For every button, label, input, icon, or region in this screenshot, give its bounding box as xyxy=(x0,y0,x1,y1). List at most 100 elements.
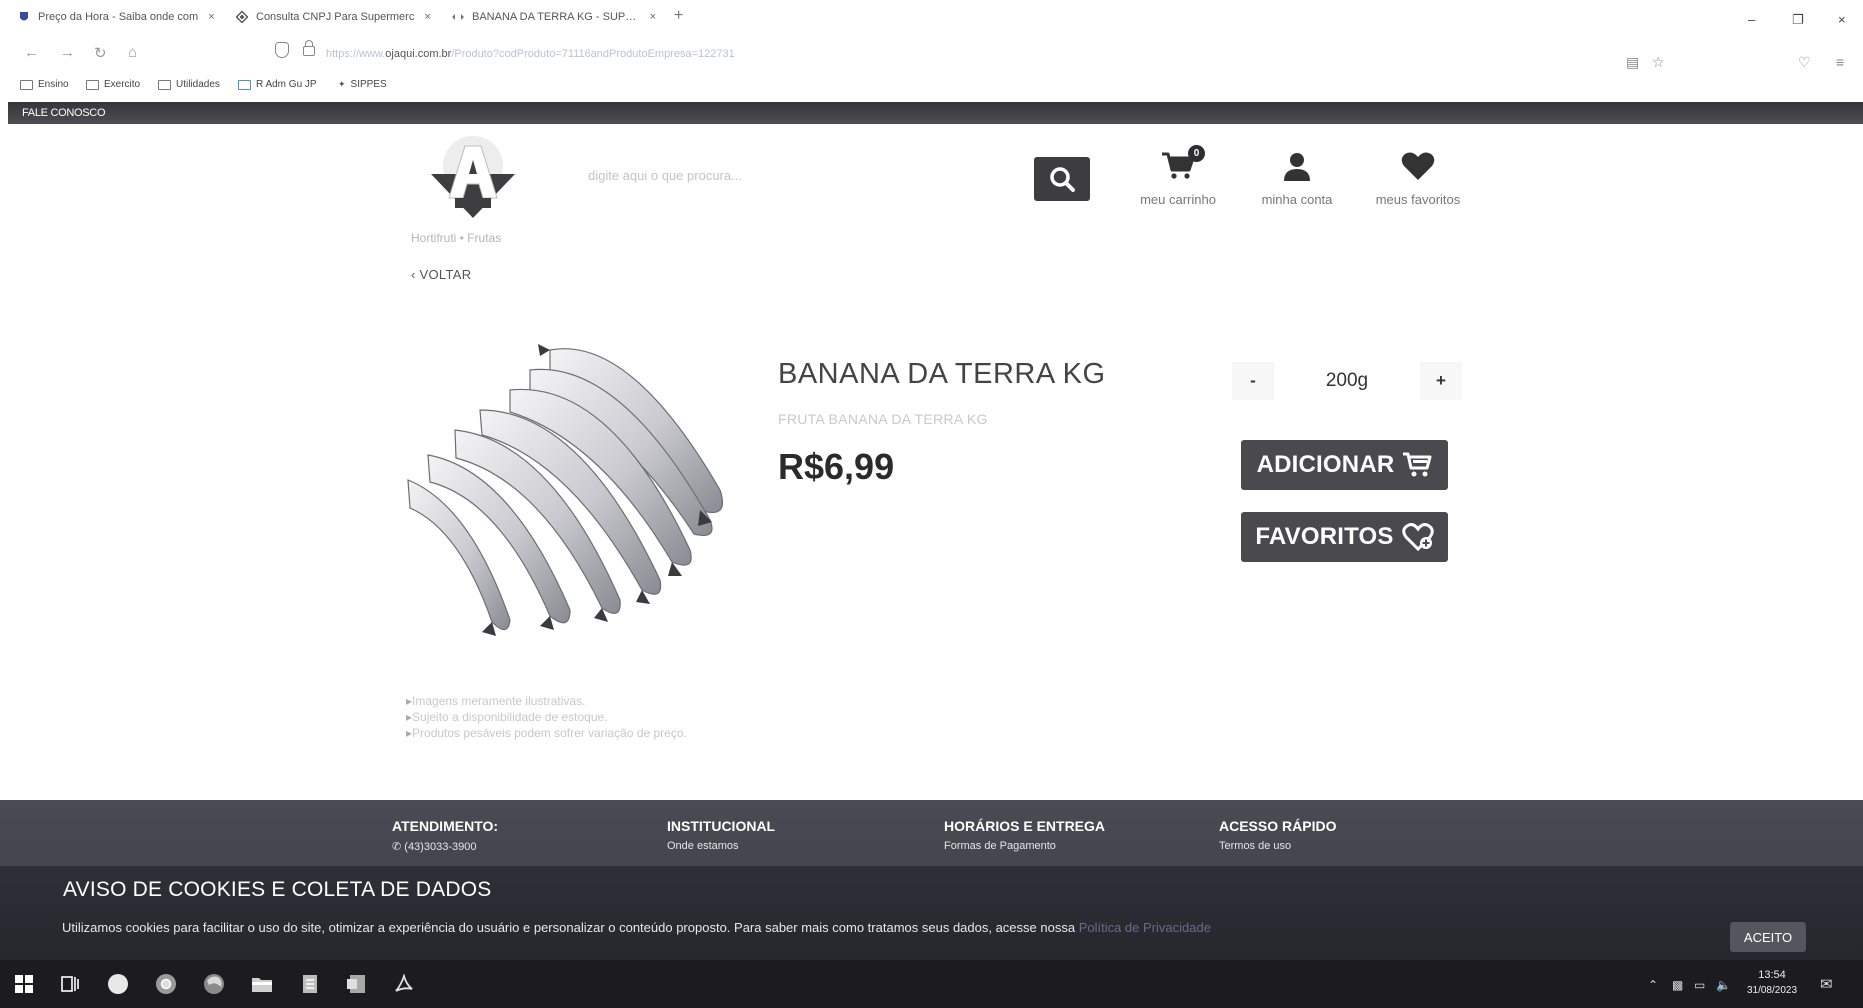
tab-title: BANANA DA TERRA KG - SUPER xyxy=(472,11,640,23)
browser-menu-icon[interactable]: ≡ xyxy=(1836,54,1844,70)
bookmark-utilidades[interactable]: Utilidades xyxy=(158,79,220,90)
quantity-decrease-button[interactable]: - xyxy=(1232,362,1274,400)
back-arrow-icon[interactable]: ← xyxy=(24,44,39,61)
window-restore-button[interactable]: ❐ xyxy=(1792,12,1804,28)
system-clock[interactable]: 13:54 31/08/2023 xyxy=(1742,968,1802,998)
phone-icon: ✆ xyxy=(392,841,405,853)
bookmark-r-adm[interactable]: R Adm Gu JP xyxy=(238,79,317,90)
footer-column-acesso-rapido: ACESSO RÁPIDO Termos de uso xyxy=(1219,818,1336,852)
new-tab-button[interactable]: + xyxy=(674,7,683,25)
store-logo[interactable] xyxy=(427,132,519,220)
taskbar-app-file-explorer[interactable] xyxy=(248,972,276,996)
window-close-button[interactable]: × xyxy=(1838,12,1846,27)
reload-icon[interactable]: ↻ xyxy=(94,44,107,62)
start-button[interactable] xyxy=(10,972,38,996)
header-account-link[interactable]: minha conta xyxy=(1242,148,1352,207)
user-icon xyxy=(1284,153,1310,181)
product-notes: Imagens meramente ilustrativas. Sujeito … xyxy=(406,693,687,741)
header-cart-link[interactable]: 0 meu carrinho xyxy=(1123,145,1233,207)
cookie-text: Utilizamos cookies para facilitar o uso … xyxy=(62,920,1211,935)
search-icon xyxy=(1050,167,1075,192)
document-icon xyxy=(303,975,317,993)
account-label: minha conta xyxy=(1261,192,1333,207)
firefox-icon xyxy=(204,974,224,994)
product-subtitle: FRUTA BANANA DA TERRA KG xyxy=(778,411,988,427)
footer-heading: ATENDIMENTO: xyxy=(392,818,499,834)
taskbar-app-word[interactable] xyxy=(342,972,370,996)
browser-nav-bar: ← → ↻ ⌂ https://www.ojaqui.com.br/Produt… xyxy=(0,34,1863,72)
taskbar-app-circle[interactable] xyxy=(104,972,132,996)
quantity-increase-button[interactable]: + xyxy=(1420,362,1462,400)
footer-link[interactable]: Termos de uso xyxy=(1219,840,1336,852)
taskbar-app-acrobat[interactable] xyxy=(390,972,418,996)
tab-close-icon[interactable]: × xyxy=(650,11,656,23)
home-icon[interactable]: ⌂ xyxy=(128,44,137,61)
header-favorites-link[interactable]: meus favoritos xyxy=(1363,148,1473,207)
tab-close-icon[interactable]: × xyxy=(424,11,430,23)
tab-close-icon[interactable]: × xyxy=(208,11,214,23)
heart-plus-icon xyxy=(1401,523,1434,551)
tab-title: Consulta CNPJ Para Supermerc xyxy=(256,11,415,23)
taskbar-app-firefox[interactable] xyxy=(200,972,228,996)
footer-column-horarios: HORÁRIOS E ENTREGA Formas de Pagamento xyxy=(944,818,1105,852)
product-title: BANANA DA TERRA KG xyxy=(778,358,1106,390)
bookmark-sippes[interactable]: ✦ SIPPES xyxy=(338,79,387,90)
tray-device-icon[interactable]: ▩ xyxy=(1672,978,1683,992)
footer-link[interactable]: Onde estamos xyxy=(667,840,775,852)
acrobat-icon xyxy=(395,974,413,992)
tracking-shield-icon[interactable] xyxy=(275,42,289,58)
address-bar-url[interactable]: https://www.ojaqui.com.br/Produto?codPro… xyxy=(326,48,735,60)
folder-icon xyxy=(252,978,272,992)
search-button[interactable] xyxy=(1034,157,1090,201)
accept-cookies-button[interactable]: ACEITO xyxy=(1730,922,1806,952)
cart-label: meu carrinho xyxy=(1140,192,1216,207)
back-link[interactable]: ‹ VOLTAR xyxy=(411,267,471,282)
note-item: Produtos pesáveis podem sofrer variação … xyxy=(406,725,687,741)
footer-heading: ACESSO RÁPIDO xyxy=(1219,818,1337,834)
breadcrumb[interactable]: Hortifruti • Frutas xyxy=(411,231,501,245)
add-to-favorites-button[interactable]: FAVORITOS xyxy=(1241,512,1448,562)
favorites-icon-wrap xyxy=(1401,148,1435,184)
contact-link[interactable]: FALE CONOSCO xyxy=(22,107,106,119)
browser-tab-banana-active[interactable]: BANANA DA TERRA KG - SUPER × xyxy=(452,6,656,28)
footer-link[interactable]: Formas de Pagamento xyxy=(944,840,1105,852)
footer-phone-link[interactable]: ✆ (43)3033-3900 xyxy=(392,840,498,853)
browser-tab-strip: Preço da Hora - Saiba onde com × Consult… xyxy=(0,0,1863,34)
bookmark-icon: ✦ xyxy=(338,79,346,89)
window-minimize-button[interactable]: – xyxy=(1748,12,1755,27)
task-view-icon xyxy=(61,976,79,992)
windows-logo-icon xyxy=(15,975,33,993)
tray-chevron-icon[interactable]: ⌃ xyxy=(1648,978,1658,992)
cart-icon-wrap: 0 xyxy=(1161,145,1205,184)
clock-time: 13:54 xyxy=(1758,969,1786,981)
bookmarks-bar: Ensino Exercito Utilidades R Adm Gu JP ✦… xyxy=(0,76,1863,96)
word-icon xyxy=(347,975,365,993)
padlock-icon[interactable] xyxy=(303,40,315,56)
bookmark-star-icon[interactable]: ☆ xyxy=(1652,54,1665,71)
bookmark-ensino[interactable]: Ensino xyxy=(20,79,69,90)
network-icon[interactable]: ▭ xyxy=(1694,978,1705,992)
footer-heading: HORÁRIOS E ENTREGA xyxy=(944,818,1106,834)
notifications-icon[interactable]: ✉ xyxy=(1820,975,1833,993)
add-to-cart-button[interactable]: ADICIONAR xyxy=(1241,440,1448,490)
browser-tab-consulta-cnpj[interactable]: Consulta CNPJ Para Supermerc × xyxy=(236,6,436,28)
bookmark-label: Ensino xyxy=(38,79,69,90)
favorites-label: meus favoritos xyxy=(1375,192,1461,207)
folder-icon xyxy=(20,79,33,90)
volume-icon[interactable]: 🔈 xyxy=(1716,978,1731,992)
product-price: R$6,99 xyxy=(778,446,895,487)
pocket-icon[interactable]: ♡ xyxy=(1798,54,1811,71)
privacy-policy-link[interactable]: Política de Privacidade xyxy=(1079,920,1211,935)
note-item: Sujeito a disponibilidade de estoque. xyxy=(406,709,687,725)
task-view-button[interactable] xyxy=(56,972,84,996)
taskbar-app-document[interactable] xyxy=(296,972,324,996)
reader-view-icon[interactable]: ▤ xyxy=(1626,54,1639,71)
banana-bunch-image xyxy=(407,344,724,636)
product-search-input[interactable] xyxy=(576,158,1028,192)
bookmark-label: SIPPES xyxy=(350,79,387,90)
taskbar-app-chrome[interactable] xyxy=(152,972,180,996)
calendar-icon xyxy=(238,79,251,90)
forward-arrow-icon[interactable]: → xyxy=(60,44,75,61)
browser-tab-preco-da-hora[interactable]: Preço da Hora - Saiba onde com × xyxy=(18,6,218,28)
bookmark-exercito[interactable]: Exercito xyxy=(86,79,140,90)
